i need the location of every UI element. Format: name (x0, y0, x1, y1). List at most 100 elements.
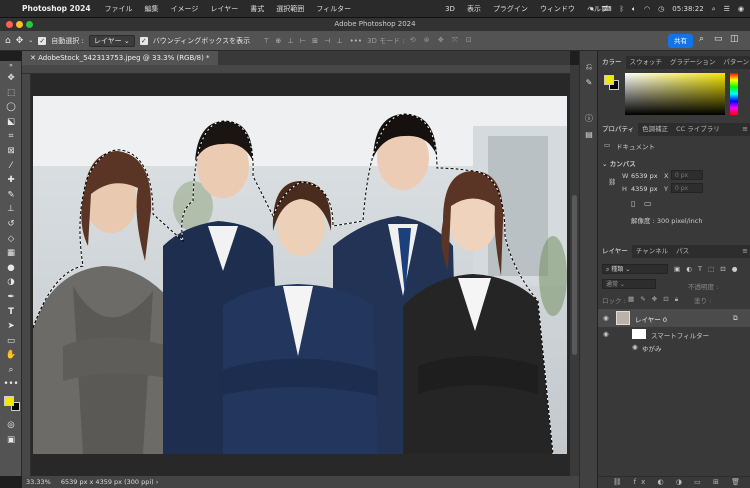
link-icon[interactable]: ⛓ (608, 178, 616, 186)
foreground-color-swatch[interactable] (4, 396, 14, 407)
object-select-tool-icon[interactable]: ⬕ (0, 115, 22, 130)
canvas-section-header[interactable]: ⌄ カンバス (602, 158, 636, 168)
layer-name[interactable]: レイヤー 0 (635, 314, 667, 324)
menu-3d[interactable]: 3D (445, 5, 455, 13)
tab-adjustments[interactable]: 色調補正 (638, 123, 672, 136)
filter-effect-row[interactable]: ◉ ゆがみ (598, 341, 750, 353)
y-field[interactable]: 0 px (671, 183, 703, 193)
siri-icon[interactable]: ◉ (738, 5, 744, 13)
search-icon[interactable]: ⌕ (712, 5, 716, 14)
menu-image[interactable]: イメージ (171, 4, 199, 14)
tab-swatches[interactable]: スウォッチ (626, 56, 667, 69)
tab-properties[interactable]: プロパティ (598, 123, 639, 136)
smart-filter-eye-icon[interactable]: ◉ (603, 330, 609, 338)
layer-row-0[interactable]: ◉ レイヤー 0 ⧉ (598, 309, 750, 327)
3d-mode-icons[interactable]: ⟲ ⊛ ✥ ⤧ ⊡ (410, 36, 475, 45)
layer-comp-icon[interactable]: ▤ (580, 127, 598, 143)
crop-tool-icon[interactable]: ⌗ (0, 129, 22, 144)
menu-edit[interactable]: 編集 (145, 4, 159, 14)
portrait-orientation-icon[interactable]: ▯ (631, 199, 635, 208)
workspace-icon[interactable]: ▭ (714, 34, 723, 44)
clock-text[interactable]: 05:38:22 (672, 5, 703, 13)
clone-stamp-tool-icon[interactable]: ⊥ (0, 202, 22, 217)
canvas-area[interactable] (31, 74, 570, 476)
tab-channels[interactable]: チャンネル (632, 245, 672, 258)
zoom-tool-icon[interactable]: ⌕ (0, 363, 22, 378)
layers-menu-icon[interactable]: ≡ (742, 245, 748, 258)
lock-icons[interactable]: ▦ ✎ ✥ ⊡ 🔒︎ (628, 295, 680, 304)
layer-filter-icons[interactable]: ▣ ◐ T ⬚ ⊡ ● (674, 265, 739, 273)
history-brush-tool-icon[interactable]: ↺ (0, 217, 22, 232)
layers-footer-icons[interactable]: ⛓ fx ◐ ◑ ▭ ⊞ 🗑︎ (598, 476, 750, 488)
tab-gradients[interactable]: グラデーション (666, 56, 719, 69)
info-panel-icon[interactable]: ⓘ (580, 111, 598, 127)
history-panel-icon[interactable]: ⎌ (580, 59, 598, 75)
smart-filter-row[interactable]: ◉ スマートフィルター (598, 327, 750, 341)
keyboard-icon[interactable]: ⌨ (602, 5, 612, 13)
blur-tool-icon[interactable]: ● (0, 261, 22, 276)
time-machine-icon[interactable]: ◷ (658, 5, 664, 13)
tab-patterns[interactable]: パターン (719, 56, 750, 69)
more-icon[interactable]: ••• (350, 37, 362, 45)
fg-color-swatch[interactable] (604, 75, 614, 85)
type-tool-icon[interactable]: T (0, 305, 22, 320)
bluetooth-icon[interactable]: ᛒ (620, 5, 624, 13)
volume-icon[interactable]: 🔈︎ (632, 5, 636, 14)
rectangle-tool-icon[interactable]: ▭ (0, 334, 22, 349)
document-image[interactable] (33, 96, 567, 454)
toolbar-collapse-icon[interactable]: » (0, 61, 22, 71)
share-button[interactable]: 共有 (668, 34, 693, 48)
healing-brush-tool-icon[interactable]: ✚ (0, 173, 22, 188)
menu-select[interactable]: 選択範囲 (276, 4, 304, 14)
quick-mask-icon[interactable]: ◎ (0, 418, 22, 433)
minimize-window-button[interactable] (16, 21, 23, 28)
height-field[interactable]: 4359 px (631, 185, 658, 193)
width-field[interactable]: 6539 px (631, 172, 658, 180)
tab-paths[interactable]: パス (672, 245, 693, 258)
brush-settings-icon[interactable]: ✎ (580, 75, 598, 91)
home-icon[interactable]: ⌂ (5, 34, 11, 47)
zoom-window-button[interactable] (26, 21, 33, 28)
visibility-eye-icon[interactable]: ◉ (603, 314, 609, 322)
zoom-level[interactable]: 33.33% (26, 478, 51, 486)
panel-menu-icon[interactable]: ≡ (742, 123, 748, 136)
tab-color[interactable]: カラー (598, 56, 626, 69)
panel-toggle-icon[interactable]: ◫ (730, 34, 739, 44)
frame-tool-icon[interactable]: ⊠ (0, 144, 22, 159)
path-select-tool-icon[interactable]: ➤ (0, 319, 22, 334)
menu-layer[interactable]: レイヤー (210, 4, 238, 14)
brush-tool-icon[interactable]: ✎ (0, 188, 22, 203)
status-arrow-icon[interactable]: › (156, 478, 159, 486)
document-tab[interactable]: ✕ AdobeStock_542313753.jpeg @ 33.3% (RGB… (22, 51, 218, 65)
landscape-orientation-icon[interactable]: ▭ (644, 199, 652, 208)
more-tools-icon[interactable]: ••• (0, 377, 22, 392)
chevron-down-icon[interactable]: ⌄ (28, 34, 33, 47)
tab-cc-libraries[interactable]: CC ライブラリ (672, 123, 724, 136)
color-picker-field[interactable] (625, 73, 725, 115)
document-info[interactable]: 6539 px x 4359 px (300 ppi) (61, 478, 154, 486)
scrollbar-thumb[interactable] (572, 195, 577, 355)
eyedropper-tool-icon[interactable]: ⁄ (0, 159, 22, 174)
x-field[interactable]: 0 px (671, 170, 703, 180)
pen-tool-icon[interactable]: ✒ (0, 290, 22, 305)
hue-slider[interactable] (730, 73, 738, 115)
marquee-tool-icon[interactable]: ⬚ (0, 86, 22, 101)
menu-view[interactable]: 表示 (467, 4, 481, 14)
gradient-tool-icon[interactable]: ▦ (0, 246, 22, 261)
screen-mode-icon[interactable]: ▣ (0, 433, 22, 448)
close-window-button[interactable] (6, 21, 13, 28)
menu-filter[interactable]: フィルター (316, 4, 351, 14)
record-icon[interactable]: ⏺ (590, 5, 594, 14)
menu-file[interactable]: ファイル (105, 4, 133, 14)
auto-select-dropdown[interactable]: レイヤー ⌄ (88, 34, 135, 47)
eraser-tool-icon[interactable]: ◇ (0, 232, 22, 247)
move-tool-icon[interactable]: ✥ (16, 34, 24, 47)
auto-select-checkbox[interactable]: ✓ (38, 36, 47, 45)
tab-layers[interactable]: レイヤー (598, 245, 632, 258)
search-icon[interactable]: ⌕ (699, 34, 704, 44)
hand-tool-icon[interactable]: ✋ (0, 348, 22, 363)
blend-mode-dropdown[interactable]: 通常 ⌄ (602, 279, 656, 289)
align-icons[interactable]: ⊤ ⊕ ⊥ ⊢ ⊞ ⊣ ⊥ (263, 37, 345, 45)
dodge-tool-icon[interactable]: ◑ (0, 275, 22, 290)
lasso-tool-icon[interactable]: ◯ (0, 100, 22, 115)
